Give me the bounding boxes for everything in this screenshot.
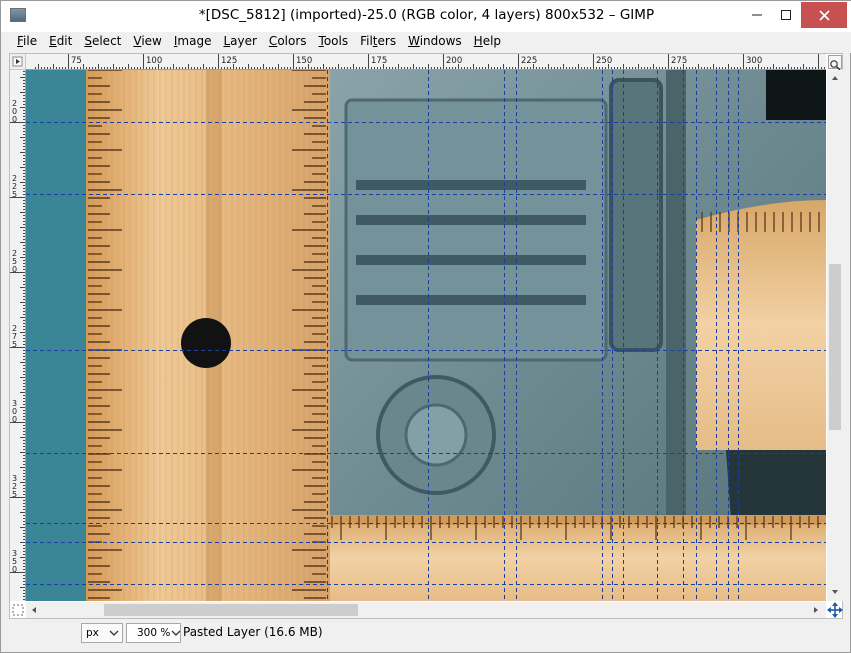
menu-label: Layer [223, 34, 257, 48]
zoom-fit-button[interactable] [828, 55, 842, 71]
horizontal-scrollbar[interactable] [26, 602, 826, 618]
menu-edit[interactable]: Edit [43, 32, 78, 52]
zoom-selector[interactable]: 300 % [126, 623, 181, 643]
minimize-button[interactable] [742, 2, 772, 28]
menu-filters[interactable]: Filters [354, 32, 402, 52]
menu-label: Windows [408, 34, 462, 48]
menu-layer[interactable]: Layer [217, 32, 262, 52]
menu-windows[interactable]: Windows [402, 32, 468, 52]
menu-view[interactable]: View [127, 32, 167, 52]
menu-label: Colors [268, 34, 307, 48]
quick-mask-button[interactable] [10, 602, 26, 618]
menu-label: Image [173, 34, 212, 48]
menu-tools[interactable]: Tools [313, 32, 355, 52]
scroll-right-icon[interactable] [808, 602, 824, 618]
ruler-label: 225 [521, 56, 537, 66]
minimize-icon [752, 14, 762, 16]
status-bar: px 300 % Pasted Layer (16.6 MB) [9, 621, 843, 645]
ruler-label: 250 [596, 56, 612, 66]
menu-label: File [17, 34, 38, 48]
window-title: *[DSC_5812] (imported)-25.0 (RGB color, … [198, 7, 655, 23]
ruler-menu-button[interactable] [10, 54, 26, 70]
image-canvas[interactable] [26, 70, 826, 601]
maximize-icon [781, 10, 791, 20]
ruler-label: 175 [371, 56, 387, 66]
menu-label: Tools [318, 34, 349, 48]
menu-colors[interactable]: Colors [263, 32, 313, 52]
ruler-menu-arrow-icon [12, 56, 23, 67]
image-window-canvas: 75 100 125 150 175 200 225 250 275 300 2002252502… [9, 53, 843, 619]
navigate-button[interactable] [827, 602, 843, 618]
scroll-up-icon[interactable] [827, 70, 843, 86]
vertical-ruler[interactable]: 2 0 0 2 2 5 2 5 0 2 7 5 3 0 0 3 2 5 3 5 0 [10, 70, 26, 601]
maximize-button[interactable] [772, 2, 800, 28]
chevron-down-icon [109, 630, 119, 636]
guides-overlay [26, 70, 826, 601]
scroll-down-icon[interactable] [827, 584, 843, 600]
chevron-down-icon [171, 630, 181, 636]
ruler-label: 300 [746, 56, 762, 66]
ruler-label: 150 [296, 56, 312, 66]
menu-label: Help [473, 34, 502, 48]
menu-label: Select [84, 34, 122, 48]
menu-image[interactable]: Image [168, 32, 218, 52]
ruler-label: 250 [12, 249, 17, 274]
close-button[interactable] [801, 2, 847, 28]
menu-help[interactable]: Help [468, 32, 507, 52]
menu-label: Edit [49, 34, 73, 48]
menu-file[interactable]: File [11, 32, 43, 52]
unit-selector[interactable]: px [81, 623, 123, 643]
vertical-scrollbar[interactable] [827, 70, 843, 601]
zoom-value: 300 % [137, 627, 171, 639]
navigate-icon [827, 602, 843, 618]
ruler-label: 350 [12, 549, 17, 574]
menu-bar: File Edit Select View Image Layer Colors Tools F… [1, 32, 851, 53]
ruler-label: 300 [12, 399, 17, 424]
status-message: Pasted Layer (16.6 MB) [183, 625, 323, 639]
ruler-label: 275 [12, 324, 17, 349]
ruler-label: 275 [671, 56, 687, 66]
quick-mask-icon [12, 604, 24, 616]
scroll-left-icon[interactable] [26, 602, 42, 618]
ruler-label: 100 [146, 56, 162, 66]
gimp-window: *[DSC_5812] (imported)-25.0 (RGB color, … [0, 0, 851, 653]
menu-label: View [133, 34, 162, 48]
title-bar[interactable]: *[DSC_5812] (imported)-25.0 (RGB color, … [1, 1, 851, 32]
menu-label: Filters [360, 34, 397, 48]
ruler-label: 200 [446, 56, 462, 66]
horizontal-scroll-thumb[interactable] [104, 604, 358, 616]
horizontal-ruler[interactable]: 75 100 125 150 175 200 225 250 275 300 [26, 54, 826, 70]
ruler-label: 200 [12, 99, 17, 124]
ruler-label: 125 [221, 56, 237, 66]
vertical-scroll-thumb[interactable] [829, 264, 841, 430]
close-icon [818, 9, 830, 21]
ruler-label: 325 [12, 474, 17, 499]
unit-value: px [86, 627, 99, 639]
menu-select[interactable]: Select [78, 32, 127, 52]
ruler-label: 225 [12, 174, 17, 199]
ruler-label: 75 [71, 56, 82, 66]
